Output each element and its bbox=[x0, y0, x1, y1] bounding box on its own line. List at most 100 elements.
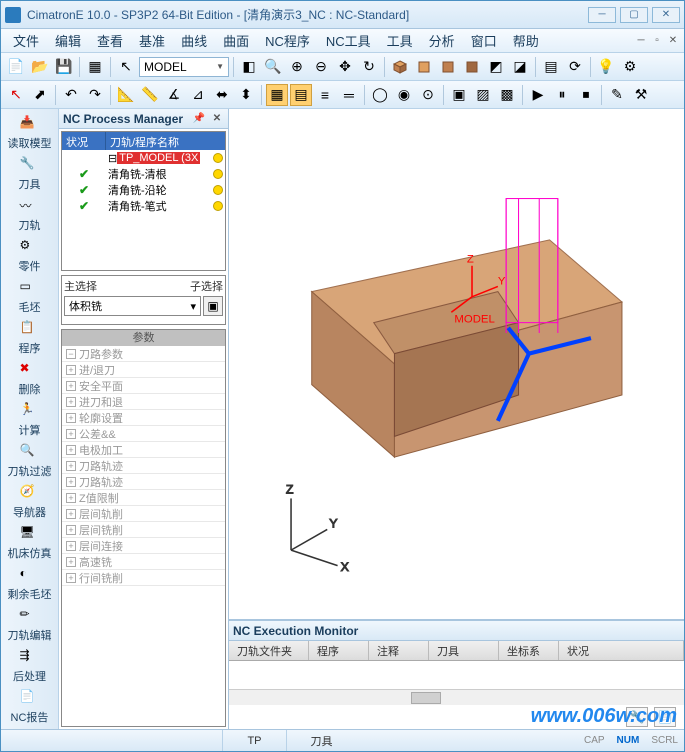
exec-col-folder[interactable]: 刀轨文件夹 bbox=[229, 641, 309, 660]
exec-col-comment[interactable]: 注释 bbox=[369, 641, 429, 660]
sidebar-read-model[interactable]: 📥读取模型 bbox=[5, 113, 55, 152]
param-row[interactable]: +刀路轨迹 bbox=[62, 474, 225, 490]
close-button[interactable]: ✕ bbox=[652, 7, 680, 23]
maximize-button[interactable]: ▢ bbox=[620, 7, 648, 23]
param-row[interactable]: +层间铣削 bbox=[62, 522, 225, 538]
redo-icon[interactable]: ↷ bbox=[84, 84, 106, 106]
menu-edit[interactable]: 编辑 bbox=[47, 29, 89, 52]
menu-surface[interactable]: 曲面 bbox=[215, 29, 257, 52]
layer2-icon[interactable]: ▤ bbox=[290, 84, 312, 106]
node3-icon[interactable]: ⊙ bbox=[417, 84, 439, 106]
sidebar-filter[interactable]: 🔍刀轨过滤 bbox=[5, 442, 55, 481]
model-dropdown[interactable]: MODEL ▼ bbox=[139, 57, 229, 77]
menu-analyze[interactable]: 分析 bbox=[421, 29, 463, 52]
sidebar-tool[interactable]: 🔧刀具 bbox=[5, 154, 55, 193]
node1-icon[interactable]: ◯ bbox=[369, 84, 391, 106]
3d-viewport[interactable]: Z Y MODEL Z Y X bbox=[229, 109, 684, 619]
menu-window[interactable]: 窗口 bbox=[463, 29, 505, 52]
pan-icon[interactable]: ✥ bbox=[334, 56, 356, 78]
refresh-icon[interactable]: ⟳ bbox=[564, 56, 586, 78]
param-row[interactable]: −刀路参数 bbox=[62, 346, 225, 362]
exec-col-ucs[interactable]: 坐标系 bbox=[499, 641, 559, 660]
display1-icon[interactable]: ▣ bbox=[448, 84, 470, 106]
exec-action1-button[interactable]: 🔧 bbox=[626, 707, 648, 727]
proc-col-name[interactable]: 刀轨/程序名称 bbox=[106, 132, 225, 150]
view1-icon[interactable]: ◧ bbox=[238, 56, 260, 78]
sidebar-stock[interactable]: ▭毛坯 bbox=[5, 277, 55, 316]
arrow-select-icon[interactable]: ↖ bbox=[5, 84, 27, 106]
proc-row[interactable]: ✔ 清角铣-沿轮 bbox=[62, 182, 225, 198]
inner-restore-button[interactable]: ▫ bbox=[650, 34, 664, 48]
rotate-icon[interactable]: ↻ bbox=[358, 56, 380, 78]
strategy-dropdown[interactable]: 体积铣 ▾ bbox=[64, 296, 201, 316]
layer3-icon[interactable]: ≡ bbox=[314, 84, 336, 106]
param-row[interactable]: +高速铣 bbox=[62, 554, 225, 570]
menu-datum[interactable]: 基准 bbox=[131, 29, 173, 52]
pick-icon[interactable]: ↖ bbox=[115, 56, 137, 78]
menu-nc-tool[interactable]: NC工具 bbox=[318, 29, 379, 52]
sidebar-machine-sim[interactable]: 🖥机床仿真 bbox=[5, 524, 55, 563]
arrow2-icon[interactable]: ⬈ bbox=[29, 84, 51, 106]
measure5-icon[interactable]: ⬌ bbox=[211, 84, 233, 106]
save-button[interactable]: 💾 bbox=[53, 56, 75, 78]
zoom-fit-icon[interactable]: 🔍 bbox=[262, 56, 284, 78]
proc-row[interactable]: ⊟ TP_MODEL (3X bbox=[62, 150, 225, 166]
exec-scrollbar[interactable] bbox=[229, 689, 684, 705]
process-list[interactable]: 状况 刀轨/程序名称 ⊟ TP_MODEL (3X ✔ 清角铣-清根 ✔ bbox=[61, 131, 226, 271]
sidebar-navigator[interactable]: 🧭导航器 bbox=[5, 483, 55, 522]
exec-body[interactable] bbox=[229, 661, 684, 689]
grid-icon[interactable]: ▦ bbox=[84, 56, 106, 78]
display2-icon[interactable]: ▨ bbox=[472, 84, 494, 106]
sim3-icon[interactable]: ⏹ bbox=[575, 84, 597, 106]
sidebar-edit-path[interactable]: ✏刀轨编辑 bbox=[5, 606, 55, 645]
layer1-icon[interactable]: ▦ bbox=[266, 84, 288, 106]
sidebar-postprocess[interactable]: ⇶后处理 bbox=[5, 647, 55, 686]
measure4-icon[interactable]: ⊿ bbox=[187, 84, 209, 106]
menu-curve[interactable]: 曲线 bbox=[173, 29, 215, 52]
cube-alt1-icon[interactable]: ◩ bbox=[485, 56, 507, 78]
layer4-icon[interactable]: ═ bbox=[338, 84, 360, 106]
open-button[interactable]: 📂 bbox=[29, 56, 51, 78]
menu-nc-program[interactable]: NC程序 bbox=[257, 29, 318, 52]
tool2-icon[interactable]: ⚒ bbox=[630, 84, 652, 106]
menu-help[interactable]: 帮助 bbox=[505, 29, 547, 52]
cube-top-icon[interactable] bbox=[461, 56, 483, 78]
cube-alt2-icon[interactable]: ◪ bbox=[509, 56, 531, 78]
display3-icon[interactable]: ▩ bbox=[496, 84, 518, 106]
sidebar-nc-report[interactable]: 📄NC报告 bbox=[5, 688, 55, 727]
sim1-icon[interactable]: ▶ bbox=[527, 84, 549, 106]
sim2-icon[interactable]: ⏸ bbox=[551, 84, 573, 106]
param-row[interactable]: +层间连接 bbox=[62, 538, 225, 554]
inner-close-button[interactable]: ✕ bbox=[666, 34, 680, 48]
zoom-in-icon[interactable]: ⊕ bbox=[286, 56, 308, 78]
list-icon[interactable]: ▤ bbox=[540, 56, 562, 78]
tool1-icon[interactable]: ✎ bbox=[606, 84, 628, 106]
measure2-icon[interactable]: 📏 bbox=[139, 84, 161, 106]
sidebar-program[interactable]: 📋程序 bbox=[5, 318, 55, 357]
sidebar-delete[interactable]: ✖删除 bbox=[5, 359, 55, 398]
bulb-icon[interactable]: 💡 bbox=[595, 56, 617, 78]
cube-iso-icon[interactable] bbox=[389, 56, 411, 78]
param-row[interactable]: +刀路轨迹 bbox=[62, 458, 225, 474]
proc-row[interactable]: ✔ 清角铣-笔式 bbox=[62, 198, 225, 214]
sidebar-toolpath[interactable]: 〰刀轨 bbox=[5, 195, 55, 234]
new-button[interactable]: 📄 bbox=[5, 56, 27, 78]
exec-col-program[interactable]: 程序 bbox=[309, 641, 369, 660]
param-row[interactable]: +进/退刀 bbox=[62, 362, 225, 378]
param-row[interactable]: +进刀和退 bbox=[62, 394, 225, 410]
param-row[interactable]: +层间轨削 bbox=[62, 506, 225, 522]
menu-view[interactable]: 查看 bbox=[89, 29, 131, 52]
gear-icon[interactable]: ⚙ bbox=[619, 56, 641, 78]
param-panel[interactable]: 参数 −刀路参数 +进/退刀 +安全平面 +进刀和退 +轮廓设置 +公差&& +… bbox=[61, 329, 226, 727]
measure1-icon[interactable]: 📐 bbox=[115, 84, 137, 106]
sidebar-rest-stock[interactable]: ◐剩余毛坯 bbox=[5, 565, 55, 604]
menu-file[interactable]: 文件 bbox=[5, 29, 47, 52]
cube-front-icon[interactable] bbox=[413, 56, 435, 78]
minimize-button[interactable]: ─ bbox=[588, 7, 616, 23]
cube-side-icon[interactable] bbox=[437, 56, 459, 78]
param-row[interactable]: +公差&& bbox=[62, 426, 225, 442]
node2-icon[interactable]: ◉ bbox=[393, 84, 415, 106]
inner-minimize-button[interactable]: ─ bbox=[634, 34, 648, 48]
sel-action-button[interactable]: ▣ bbox=[203, 296, 223, 316]
pin-icon[interactable]: 📌 bbox=[192, 112, 206, 126]
